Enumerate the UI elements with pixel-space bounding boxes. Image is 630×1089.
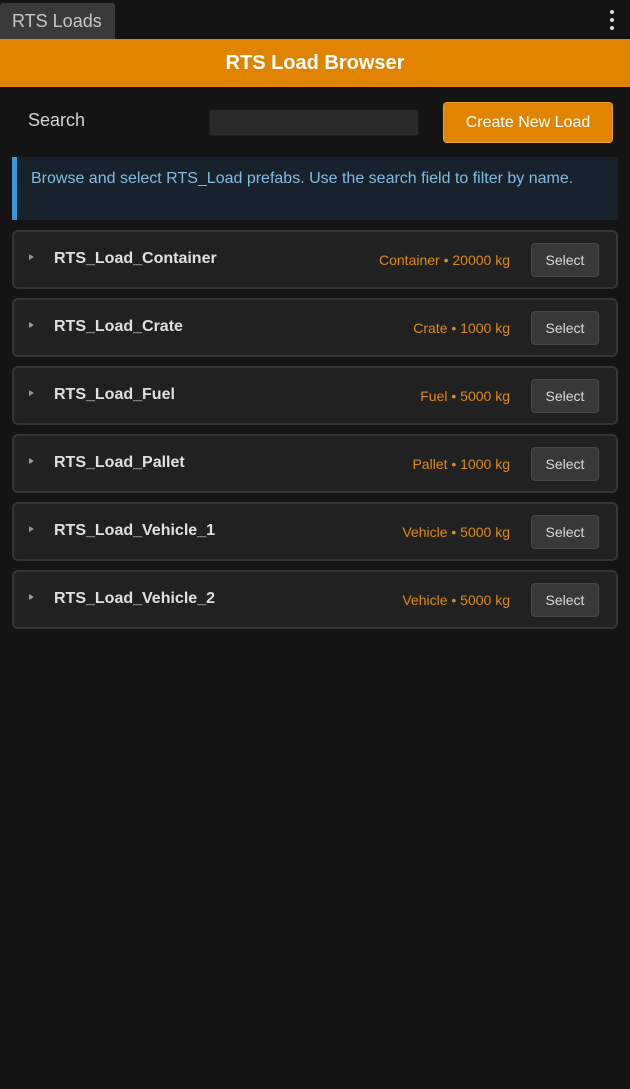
create-new-load-button[interactable]: Create New Load: [443, 102, 613, 143]
list-item[interactable]: RTS_Load_Vehicle_1 Vehicle • 5000 kg Sel…: [12, 502, 618, 561]
search-row: Search Create New Load: [0, 87, 630, 157]
search-input[interactable]: [209, 109, 419, 136]
load-meta: Vehicle • 5000 kg: [402, 524, 510, 540]
expand-arrow-icon[interactable]: [29, 594, 34, 600]
select-button[interactable]: Select: [531, 515, 599, 549]
select-button[interactable]: Select: [531, 583, 599, 617]
list-item[interactable]: RTS_Load_Crate Crate • 1000 kg Select: [12, 298, 618, 357]
expand-arrow-icon[interactable]: [29, 254, 34, 260]
dot: [610, 18, 614, 22]
expand-arrow-icon[interactable]: [29, 526, 34, 532]
load-meta: Fuel • 5000 kg: [420, 388, 510, 404]
list-item[interactable]: RTS_Load_Container Container • 20000 kg …: [12, 230, 618, 289]
expand-arrow-icon[interactable]: [29, 322, 34, 328]
dot: [610, 26, 614, 30]
tab-rts-loads[interactable]: RTS Loads: [0, 3, 115, 39]
expand-arrow-icon[interactable]: [29, 458, 34, 464]
select-button[interactable]: Select: [531, 311, 599, 345]
select-button[interactable]: Select: [531, 447, 599, 481]
load-meta: Pallet • 1000 kg: [412, 456, 510, 472]
load-name: RTS_Load_Crate: [54, 318, 183, 335]
page-title: RTS Load Browser: [0, 39, 630, 87]
load-name: RTS_Load_Container: [54, 250, 217, 267]
tab-bar: RTS Loads: [0, 0, 630, 39]
load-meta: Container • 20000 kg: [379, 252, 510, 268]
load-name: RTS_Load_Vehicle_2: [54, 590, 215, 607]
load-meta: Crate • 1000 kg: [413, 320, 510, 336]
load-meta: Vehicle • 5000 kg: [402, 592, 510, 608]
more-options-icon[interactable]: [606, 10, 618, 30]
expand-arrow-icon[interactable]: [29, 390, 34, 396]
search-label: Search: [28, 110, 86, 130]
dot: [610, 10, 614, 14]
list-item[interactable]: RTS_Load_Fuel Fuel • 5000 kg Select: [12, 366, 618, 425]
list-item[interactable]: RTS_Load_Vehicle_2 Vehicle • 5000 kg Sel…: [12, 570, 618, 629]
list-item[interactable]: RTS_Load_Pallet Pallet • 1000 kg Select: [12, 434, 618, 493]
select-button[interactable]: Select: [531, 379, 599, 413]
load-name: RTS_Load_Fuel: [54, 386, 175, 403]
load-name: RTS_Load_Vehicle_1: [54, 522, 215, 539]
select-button[interactable]: Select: [531, 243, 599, 277]
load-name: RTS_Load_Pallet: [54, 454, 185, 471]
info-box: Browse and select RTS_Load prefabs. Use …: [12, 157, 618, 220]
